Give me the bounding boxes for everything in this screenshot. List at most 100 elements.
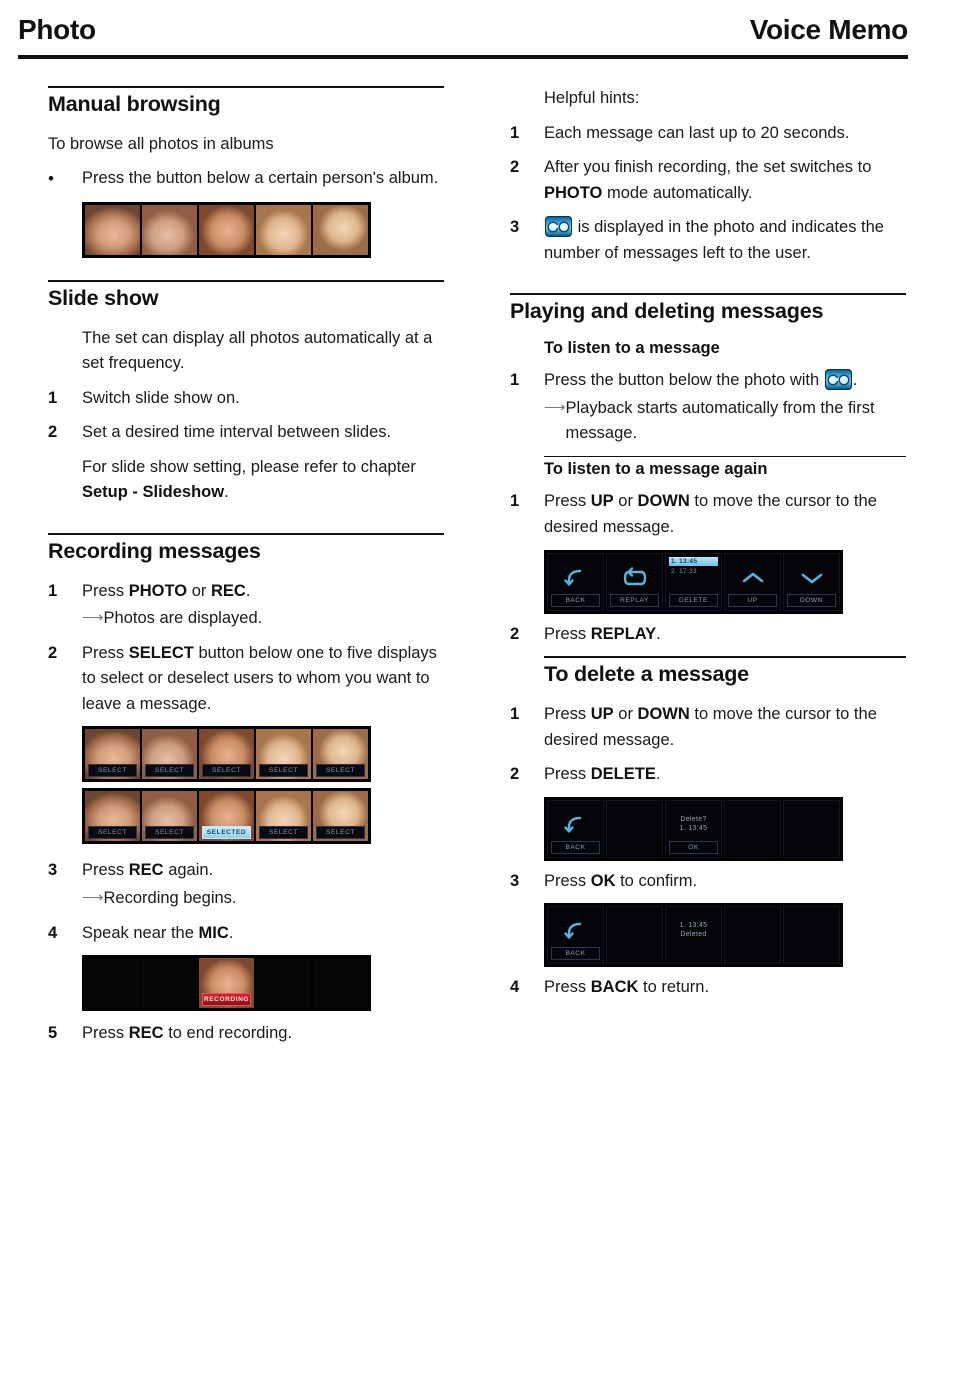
player-button-label[interactable]: DELETE xyxy=(669,593,718,607)
voice-memo-reel-right xyxy=(839,375,848,384)
listen-again-step-1: 1 Press UP or DOWN to move the cursor to… xyxy=(510,489,910,540)
select-label[interactable]: SELECT xyxy=(259,826,308,840)
hint-text: Each message can last up to 20 seconds. xyxy=(544,123,850,142)
step-number: 2 xyxy=(510,765,520,784)
step-text: Press UP or DOWN to move the cursor to t… xyxy=(544,489,910,540)
result-message-text: 1. 13:45 xyxy=(679,922,708,930)
photo-thumbnail xyxy=(142,204,197,255)
result-panel-empty xyxy=(606,906,663,965)
step-text: Press BACK to return. xyxy=(544,975,910,1001)
player-panel-replay[interactable]: REPLAY xyxy=(606,552,663,611)
step-text-mid: or xyxy=(613,704,638,723)
section-helpful-hints: Helpful hints: 1 Each message can last u… xyxy=(510,86,910,266)
slide-show-note-row: For slide show setting, please refer to … xyxy=(48,455,448,506)
photo-thumbnail[interactable]: SELECT xyxy=(142,791,197,842)
section-playing-deleting: Playing and deleting messages To listen … xyxy=(510,293,910,1000)
manual-browsing-intro: To browse all photos in albums xyxy=(48,134,274,153)
step-number: 5 xyxy=(48,1024,58,1043)
helpful-hints-intro-row: Helpful hints: xyxy=(510,86,910,112)
photo-thumbnail-recording: RECORDING xyxy=(199,958,254,1009)
page-header: Photo Voice Memo xyxy=(18,14,908,46)
section-slide-show: Slide show The set can display all photo… xyxy=(48,279,448,506)
player-panel-up[interactable]: UP xyxy=(724,552,781,611)
step-text-post: . xyxy=(655,765,661,784)
result-back-label[interactable]: BACK xyxy=(551,947,600,961)
section-recording-messages: Recording messages 1 Press PHOTO or REC.… xyxy=(48,532,448,1047)
step-number: 4 xyxy=(48,923,58,942)
arrow-icon: ⟶ xyxy=(544,398,566,416)
message-list-item[interactable]: 2. 17:33 xyxy=(669,567,718,576)
select-label[interactable]: SELECT xyxy=(259,764,308,778)
step-number: 2 xyxy=(510,624,520,643)
arrow-icon: ⟶ xyxy=(82,889,104,907)
step-number: 1 xyxy=(48,388,58,407)
player-panel-down[interactable]: DOWN xyxy=(783,552,840,611)
select-label[interactable]: SELECT xyxy=(88,764,137,778)
step-text-pre: Press xyxy=(82,581,129,600)
photo-thumbnail[interactable]: SELECT xyxy=(85,791,140,842)
step-number: 3 xyxy=(510,218,520,237)
player-button-label[interactable]: DOWN xyxy=(787,593,836,607)
photo-thumbnail xyxy=(199,204,254,255)
selected-label[interactable]: SELECTED xyxy=(202,826,251,840)
select-label[interactable]: SELECT xyxy=(316,764,365,778)
step-text: Press REPLAY. xyxy=(544,622,910,648)
button-name-mic: MIC xyxy=(198,923,229,942)
photo-thumbnail[interactable]: SELECT xyxy=(256,791,311,842)
chevron-down-icon xyxy=(800,570,824,586)
step-number: 2 xyxy=(48,643,58,662)
confirm-panel-prompt[interactable]: Delete? 1. 13:45 OK xyxy=(665,799,722,858)
player-button-label[interactable]: BACK xyxy=(551,593,600,607)
confirm-panel-empty xyxy=(783,799,840,858)
confirm-ok-label[interactable]: OK xyxy=(669,840,718,854)
message-list-item-selected[interactable]: 1. 13:45 xyxy=(669,556,718,566)
select-label[interactable]: SELECT xyxy=(88,826,137,840)
button-name-rec: REC xyxy=(210,581,246,600)
step-text-post: to end recording. xyxy=(163,1024,293,1043)
step-text-post: . xyxy=(656,624,661,643)
player-panel-delete[interactable]: 1. 13:45 2. 17:33 DELETE xyxy=(665,552,722,611)
empty-slot xyxy=(85,958,140,1009)
hint-text: After you finish recording, the set swit… xyxy=(544,155,910,206)
photo-thumbnail[interactable]: SELECT xyxy=(199,729,254,780)
player-screen: BACK REPLAY 1. 13:45 2. 17:33 DELETE UP … xyxy=(544,549,843,614)
photo-thumbnail[interactable]: SELECT xyxy=(313,729,368,780)
step-text-post: to return. xyxy=(638,978,710,997)
arrow-icon: ⟶ xyxy=(82,609,104,627)
step-text-pre: Press xyxy=(82,1024,129,1043)
select-label[interactable]: SELECT xyxy=(145,764,194,778)
photo-thumbnail xyxy=(256,204,311,255)
photo-thumbnail-selected[interactable]: SELECTED xyxy=(199,791,254,842)
hint-text-pre: After you finish recording, the set swit… xyxy=(544,158,872,177)
header-right-title: Voice Memo xyxy=(749,14,909,45)
confirm-panel-empty xyxy=(606,799,663,858)
empty-slot xyxy=(313,958,368,1009)
photo-thumbnail[interactable]: SELECT xyxy=(142,729,197,780)
bullet-marker: • xyxy=(48,169,54,189)
hint-2: 2 After you finish recording, the set sw… xyxy=(510,155,910,206)
select-label[interactable]: SELECT xyxy=(202,764,251,778)
photo-strip-albums xyxy=(82,201,371,258)
photo-strip-select: SELECT SELECT SELECT SELECT SELECT xyxy=(82,726,371,783)
player-panel-back[interactable]: BACK xyxy=(547,552,604,611)
photo-thumbnail[interactable]: SELECT xyxy=(256,729,311,780)
photo-thumbnail[interactable]: SELECT xyxy=(313,791,368,842)
header-divider xyxy=(18,55,908,59)
step-text-pre: Press xyxy=(544,624,591,643)
confirm-back-label[interactable]: BACK xyxy=(551,840,600,854)
step-text-pre: Press xyxy=(544,871,591,890)
replay-loop-icon xyxy=(623,566,647,589)
button-name-rec: REC xyxy=(128,1024,164,1043)
button-name-back: BACK xyxy=(590,978,639,997)
step-text: Press OK to confirm. xyxy=(544,869,910,895)
message-list: 1. 13:45 2. 17:33 xyxy=(669,556,718,594)
select-label[interactable]: SELECT xyxy=(316,826,365,840)
select-label[interactable]: SELECT xyxy=(145,826,194,840)
result-line: ⟶ Playback starts automatically from the… xyxy=(544,396,910,447)
confirm-panel-back[interactable]: BACK xyxy=(547,799,604,858)
result-panel-back[interactable]: BACK xyxy=(547,906,604,965)
player-button-label[interactable]: UP xyxy=(728,593,777,607)
player-button-label[interactable]: REPLAY xyxy=(610,593,659,607)
confirm-message-text: 1. 13:45 xyxy=(679,824,708,832)
photo-thumbnail[interactable]: SELECT xyxy=(85,729,140,780)
